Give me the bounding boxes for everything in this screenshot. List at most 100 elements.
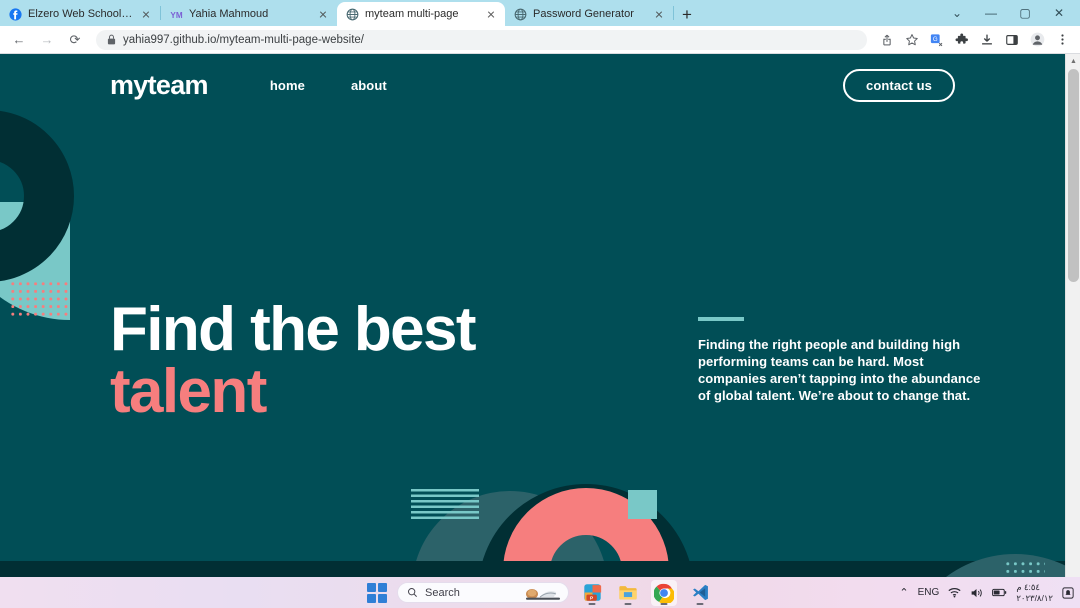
decor-coral-dot-grid (8, 279, 70, 317)
language-indicator[interactable]: ENG (918, 587, 940, 598)
file-explorer-icon (619, 586, 637, 600)
globe-icon (346, 8, 359, 20)
page-viewport: myteam home about contact us Find the be… (0, 54, 1080, 577)
wifi-icon[interactable] (948, 587, 961, 598)
taskbar-center-group: Search P (367, 577, 713, 608)
system-tray: ⌃ ENG ٤:٥٤ م ٢٠٢٣/٨/١٢ (899, 577, 1076, 608)
contact-us-button[interactable]: contact us (842, 68, 955, 102)
clock-date: ٢٠٢٣/٨/١٢ (1016, 592, 1053, 603)
running-indicator (660, 602, 668, 605)
start-square (367, 582, 376, 592)
back-button[interactable]: ← (6, 27, 32, 53)
browser-tab-2[interactable]: myteam multi-page (337, 2, 505, 26)
extensions-icon[interactable] (950, 28, 974, 52)
nav-item-about[interactable]: about (351, 78, 387, 93)
share-icon[interactable] (875, 28, 899, 52)
myteam-landing-page: myteam home about contact us Find the be… (0, 54, 1065, 577)
nav-item-home[interactable]: home (270, 78, 305, 93)
accent-bar (698, 317, 744, 321)
browser-toolbar: ← → ⟳ yahia997.github.io/myteam-multi-pa… (0, 26, 1080, 54)
profile-avatar-icon[interactable] (1025, 28, 1049, 52)
decor-horizontal-lines (411, 489, 479, 522)
facebook-icon (9, 7, 22, 21)
start-square (378, 582, 387, 592)
start-button[interactable] (367, 582, 387, 603)
decor-bottom-right-circle (900, 554, 1065, 577)
decor-quarter-circle-left (0, 202, 70, 320)
taskbar-search-box[interactable]: Search (397, 582, 569, 603)
close-icon[interactable] (484, 7, 498, 21)
site-header: myteam home about contact us (0, 54, 1065, 116)
hero-section: Find the best talent Finding the right p… (110, 299, 990, 423)
reload-button[interactable]: ⟳ (62, 27, 88, 53)
primary-nav: home about (270, 78, 387, 93)
browser-tab-0[interactable]: Elzero Web School | المجموعات (0, 2, 160, 26)
vs-code-icon (692, 584, 708, 601)
start-square (367, 593, 376, 603)
taskbar-app-vs-code[interactable] (687, 580, 713, 606)
address-bar-url: yahia997.github.io/myteam-multi-page-web… (123, 33, 364, 46)
page-scrollbar[interactable]: ▲ (1065, 54, 1080, 577)
close-icon[interactable] (316, 7, 330, 21)
battery-icon[interactable] (992, 587, 1007, 598)
tab-search-button[interactable]: ⌄ (940, 0, 974, 26)
taskbar-clock[interactable]: ٤:٥٤ م ٢٠٢٣/٨/١٢ (1016, 582, 1053, 603)
browser-tab-3[interactable]: Password Generator (505, 2, 673, 26)
office-app-icon: P (583, 584, 601, 601)
close-window-button[interactable]: ✕ (1042, 0, 1076, 26)
download-icon[interactable] (975, 28, 999, 52)
svg-text:G: G (933, 36, 938, 43)
translate-icon[interactable]: G (925, 28, 949, 52)
hero-heading: Find the best talent (110, 299, 477, 426)
hero-body-block: Finding the right people and building hi… (698, 299, 990, 404)
taskbar-app-office[interactable]: P (579, 580, 605, 606)
decor-teal-dot-grid (1003, 559, 1045, 577)
address-bar[interactable]: yahia997.github.io/myteam-multi-page-web… (96, 29, 867, 50)
svg-text:YM: YM (170, 10, 182, 19)
running-indicator (696, 602, 704, 605)
taskbar-search-label: Search (425, 586, 460, 599)
browser-window: Elzero Web School | المجموعات YM Yahia M… (0, 0, 1080, 608)
taskbar-app-chrome[interactable] (651, 579, 677, 606)
decor-bottom-band (0, 561, 1065, 577)
notification-icon[interactable] (1062, 586, 1074, 599)
browser-tab-title: myteam multi-page (365, 8, 459, 20)
lock-icon (107, 34, 116, 45)
clock-time: ٤:٥٤ م (1016, 581, 1040, 592)
tray-overflow-button[interactable]: ⌃ (899, 586, 908, 599)
browser-tab-title: Elzero Web School | المجموعات (28, 8, 133, 20)
bookmark-star-icon[interactable] (900, 28, 924, 52)
hero-heading-line2: talent (110, 357, 267, 426)
maximize-button[interactable]: ▢ (1008, 0, 1042, 26)
running-indicator (588, 602, 596, 605)
toolbar-icons: G (875, 28, 1074, 52)
site-logo[interactable]: myteam (110, 71, 209, 99)
close-icon[interactable] (652, 7, 666, 21)
chrome-menu-icon[interactable] (1050, 28, 1074, 52)
globe-icon (514, 8, 527, 20)
windows-taskbar: Search P ⌃ ENG ٤:٥٤ م ٢٠٢٣/٨/١٢ (0, 577, 1080, 608)
search-icon (408, 588, 417, 597)
search-illustration-icon (526, 589, 560, 600)
youtube-music-icon: YM (170, 10, 182, 19)
google-chrome-icon (654, 583, 674, 603)
forward-button[interactable]: → (34, 27, 60, 53)
hero-heading-line1: Find the best (110, 295, 477, 364)
scrollbar-thumb[interactable] (1068, 69, 1079, 282)
decor-coral-donut (503, 488, 669, 577)
volume-icon[interactable] (970, 587, 983, 599)
side-panel-icon[interactable] (1000, 28, 1024, 52)
hero-body-text: Finding the right people and building hi… (698, 336, 981, 403)
running-indicator (624, 602, 632, 605)
taskbar-app-file-explorer[interactable] (615, 580, 641, 606)
browser-tab-title: Password Generator (533, 8, 634, 20)
decor-dark-ring-center (478, 484, 694, 577)
browser-tab-1[interactable]: YM Yahia Mahmoud (161, 2, 337, 26)
start-square (378, 593, 387, 603)
new-tab-button[interactable]: + (674, 2, 700, 26)
minimize-button[interactable]: — (974, 0, 1008, 26)
decor-dark-ring-left (0, 110, 74, 282)
scroll-up-arrow[interactable]: ▲ (1066, 54, 1080, 68)
decor-muted-circle (412, 491, 608, 577)
close-icon[interactable] (139, 7, 153, 21)
